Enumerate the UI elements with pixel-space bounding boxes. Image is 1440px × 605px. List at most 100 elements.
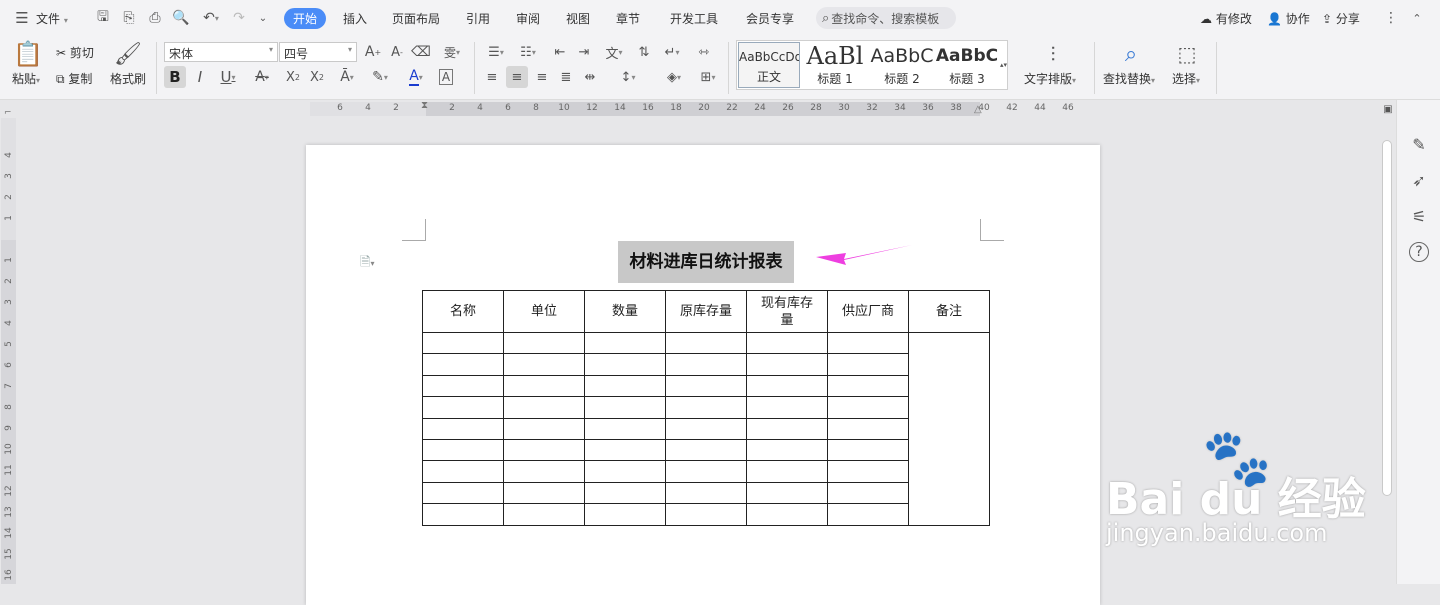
find-replace-button[interactable]: 查找替换▾ [1103, 70, 1155, 87]
table-cell[interactable] [503, 503, 585, 526]
underline-icon[interactable]: U ▾ [214, 66, 242, 88]
table-cell[interactable] [422, 481, 504, 505]
table-cell[interactable] [665, 396, 747, 419]
save-icon[interactable]: 🖫 [94, 9, 112, 27]
table-cell[interactable] [503, 374, 585, 398]
sort-icon[interactable]: ⇅ [634, 42, 654, 62]
undo-icon[interactable]: ↶ ▾ [198, 9, 224, 27]
strikethrough-icon[interactable]: A ▾ [248, 66, 276, 88]
table-cell[interactable] [422, 438, 504, 462]
tab-6[interactable]: 章节 [616, 10, 640, 27]
indent-marker-icon[interactable]: ⧗ [421, 100, 428, 111]
table-cell[interactable] [503, 417, 585, 440]
grow-font-icon[interactable]: A + [364, 42, 382, 62]
tab-stops-icon[interactable]: ⇿ [694, 42, 714, 62]
clear-format-icon[interactable]: ⌫ [411, 42, 431, 62]
table-cell[interactable] [746, 417, 828, 440]
text-layout-icon[interactable]: ⫶ [1040, 40, 1066, 68]
superscript-icon[interactable]: X2 [282, 66, 304, 88]
bullet-list-icon[interactable]: ☰ ▾ [482, 42, 510, 62]
font-color-icon[interactable]: A ▾ [402, 66, 430, 88]
tab-1[interactable]: 插入 [343, 10, 367, 27]
style-scroll-icon[interactable]: ▴▾ [999, 41, 1008, 89]
modified-status[interactable]: ☁ 有修改 [1200, 10, 1252, 27]
print-icon[interactable]: ⎙ [146, 9, 164, 27]
table-cell[interactable] [746, 396, 828, 419]
table-cell[interactable] [665, 481, 747, 505]
table-cell[interactable] [422, 374, 504, 398]
table-header-cell[interactable]: 现有库存量 [746, 290, 828, 333]
table-cell[interactable] [665, 374, 747, 398]
table-cell[interactable] [503, 331, 585, 355]
table-cell[interactable] [422, 503, 504, 526]
shrink-font-icon[interactable]: A- [388, 42, 406, 62]
font-size-select[interactable]: 四号 ▾ [279, 42, 357, 62]
pen-icon[interactable]: ✎ [1409, 134, 1429, 154]
table-cell[interactable] [827, 353, 909, 376]
align-left-icon[interactable]: ≡ [482, 66, 502, 88]
italic-icon[interactable]: I [190, 66, 210, 88]
table-header-cell[interactable]: 单位 [503, 290, 585, 333]
copy-button[interactable]: ⧉ 复制 [56, 70, 92, 87]
paragraph-icon[interactable]: 🗎▾ [360, 253, 374, 275]
table-cell[interactable] [422, 460, 504, 483]
table-cell[interactable] [584, 460, 666, 483]
cursor-icon[interactable]: ➶ [1409, 170, 1429, 190]
tab-4[interactable]: 审阅 [516, 10, 540, 27]
table-cell[interactable] [584, 396, 666, 419]
tab-0[interactable]: 开始 [284, 8, 327, 29]
collapse-ribbon-icon[interactable]: ⌃ [1408, 9, 1426, 27]
table-header-cell[interactable]: 名称 [422, 290, 504, 333]
table-cell[interactable] [584, 374, 666, 398]
table-header-cell[interactable]: 数量 [584, 290, 666, 333]
tab-3[interactable]: 引用 [466, 10, 490, 27]
table-cell[interactable] [503, 481, 585, 505]
tab-5[interactable]: 视图 [566, 10, 590, 27]
share-button[interactable]: ⇪ 分享 [1322, 10, 1360, 27]
highlight-icon[interactable]: ✎ ▾ [366, 66, 394, 88]
increase-indent-icon[interactable]: ⇥ [574, 42, 594, 62]
tab-7[interactable]: 开发工具 [670, 10, 718, 27]
table-cell[interactable] [503, 460, 585, 483]
text-layout-button[interactable]: 文字排版▾ [1024, 70, 1076, 87]
document-title[interactable]: 材料进库日统计报表 [618, 241, 794, 283]
file-menu[interactable]: 文件 ▾ [36, 10, 68, 27]
font-name-select[interactable]: 宋体 ▾ [164, 42, 278, 62]
bold-icon[interactable]: B [164, 66, 186, 88]
hamburger-menu-icon[interactable]: ☰ [14, 9, 30, 27]
table-cell[interactable] [665, 503, 747, 526]
table-cell[interactable] [422, 417, 504, 440]
paste-button[interactable]: 粘贴▾ [12, 70, 40, 87]
justify-icon[interactable]: ≣ [556, 66, 576, 88]
subscript-icon[interactable]: X2 [306, 66, 328, 88]
more-options-icon[interactable]: ⋮ [1384, 9, 1398, 27]
table-cell[interactable] [827, 331, 909, 355]
style-heading-1[interactable]: AaBl 标题 1 [803, 42, 867, 88]
tab-8[interactable]: 会员专享 [746, 10, 794, 27]
distribute-icon[interactable]: ⇹ [580, 66, 600, 88]
horizontal-ruler[interactable]: 6 4 2 2 4 6 8 10 12 14 16 18 20 22 24 26 28 30 32 34 36 38 40 4… [310, 100, 1100, 118]
table-cell[interactable] [746, 460, 828, 483]
table-cell[interactable] [422, 353, 504, 376]
document-page[interactable]: 🗎▾ 材料进库日统计报表 名称 单位 数量 原库存量 现有库存量 供应厂商 备注 [306, 145, 1100, 605]
text-effect-icon[interactable]: Ā ▾ [334, 66, 360, 88]
align-center-icon[interactable]: ≡ [506, 66, 528, 88]
numbered-list-icon[interactable]: ☷ ▾ [514, 42, 542, 62]
chinese-layout-icon[interactable]: 文 ▾ [600, 42, 628, 62]
table-cell[interactable] [746, 374, 828, 398]
char-border-icon[interactable]: A [436, 66, 456, 88]
collab-button[interactable]: 👤 协作 [1267, 10, 1310, 27]
table-header-cell[interactable]: 供应厂商 [827, 290, 909, 333]
format-painter-button[interactable]: 格式刷 [110, 70, 146, 87]
command-search[interactable]: ⌕ 查找命令、搜索模板 [816, 7, 956, 29]
table-cell[interactable] [665, 438, 747, 462]
table-cell[interactable] [665, 460, 747, 483]
style-heading-2[interactable]: AaBbC 标题 2 [869, 42, 935, 88]
table-cell[interactable] [584, 438, 666, 462]
table-cell[interactable] [422, 331, 504, 355]
ruler-toggle-icon[interactable]: ▣ [1382, 103, 1394, 115]
table-cell[interactable] [827, 460, 909, 483]
select-icon[interactable]: ⬚ [1174, 40, 1200, 68]
vertical-ruler[interactable]: 4 3 2 1 1 2 3 4 5 6 7 8 9 10 11 12 13 14 15 16 [0, 118, 18, 584]
table-cell[interactable] [746, 438, 828, 462]
